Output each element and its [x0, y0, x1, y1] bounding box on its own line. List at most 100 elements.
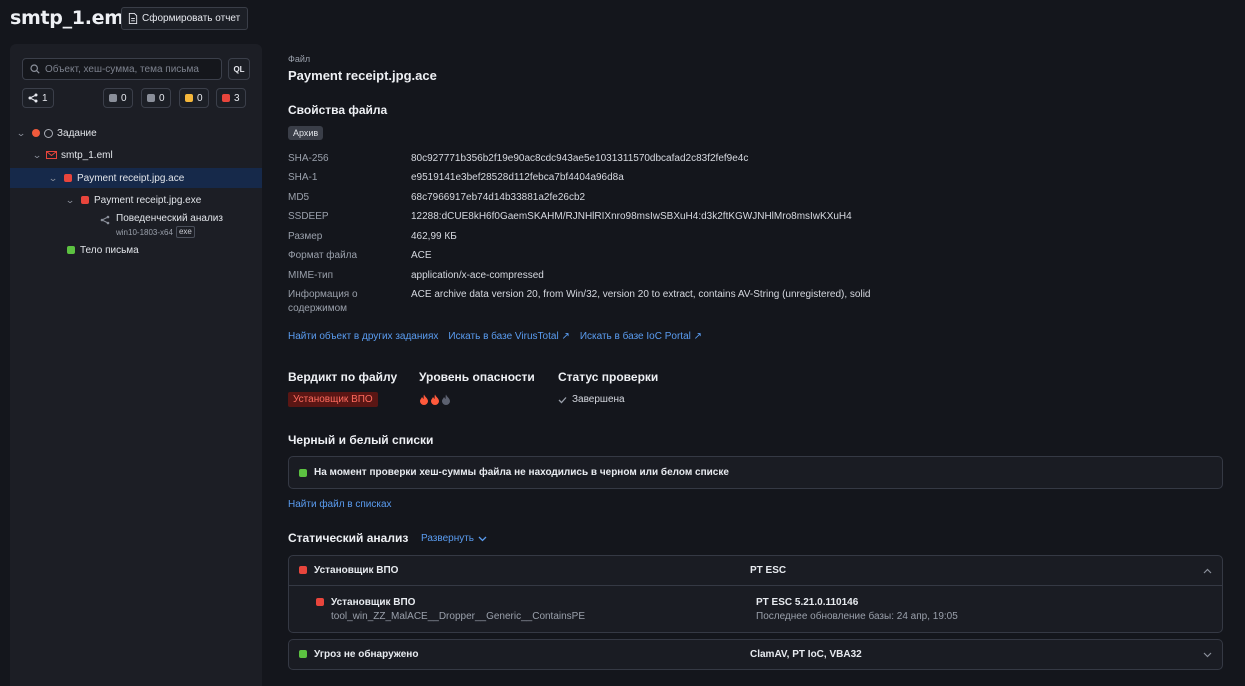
page-title: smtp_1.eml: [10, 7, 130, 29]
checkmark-icon: [558, 396, 567, 403]
detection-verdict: Установщик ВПО: [331, 597, 416, 608]
tool-filter-chip[interactable]: 0: [141, 88, 171, 108]
chip-count: 1: [42, 92, 48, 104]
group-verdict: Угроз не обнаружено: [314, 649, 419, 660]
prop-value: 80c927771b356b2f19e90ac8cdc943ae5e103131…: [411, 153, 749, 164]
chevron-down-icon[interactable]: ⌄: [31, 150, 44, 161]
prop-value: ACE archive data version 20, from Win/32…: [411, 289, 871, 300]
chevron-up-icon[interactable]: [1203, 568, 1212, 574]
ql-query-button[interactable]: QL: [228, 58, 250, 80]
group-engines: ClamAV, PT IoC, VBA32: [750, 649, 862, 660]
red-status-dot-icon: [32, 129, 40, 137]
detection-engine: PT ESC 5.21.0.110146: [756, 597, 859, 608]
prop-value: application/x-ace-compressed: [411, 270, 544, 281]
flame-icon: [420, 394, 428, 405]
group-engine: PT ESC: [750, 565, 787, 576]
red-square-icon: [64, 174, 72, 182]
verdict-badge: Установщик ВПО: [288, 392, 378, 407]
static-group-clean[interactable]: Угроз не обнаружено ClamAV, PT IoC, VBA3…: [288, 639, 1223, 670]
chip-count: 0: [197, 92, 203, 104]
scan-status: Завершена: [558, 394, 625, 405]
chevron-down-icon: [478, 536, 487, 541]
tree-node-behavior[interactable]: Поведенческий анализ win10-1803-x64 exe: [10, 212, 262, 238]
tree-node-label: Поведенческий анализ: [116, 213, 223, 224]
detection-db-update: Последнее обновление базы: 24 апр, 19:05: [756, 611, 958, 622]
danger-level-title: Уровень опасности: [419, 370, 535, 384]
share-nodes-icon: [100, 215, 110, 225]
tree-node-task[interactable]: ⌄ Задание: [10, 123, 262, 143]
scan-status-value: Завершена: [572, 394, 625, 405]
gray-wrench-square-icon: [147, 94, 155, 102]
chip-count: 3: [234, 92, 240, 104]
ioc-portal-link[interactable]: Искать в базе IoC Portal ↗: [580, 331, 702, 342]
red-square-icon: [81, 196, 89, 204]
chevron-down-icon[interactable]: ⌄: [47, 173, 60, 184]
malicious-filter-chip[interactable]: 3: [216, 88, 246, 108]
lists-result-box: На момент проверки хеш-суммы файла не на…: [288, 456, 1223, 489]
share-filter-chip[interactable]: 1: [22, 88, 54, 108]
external-arrow-icon: ↗: [561, 331, 570, 342]
chip-count: 0: [159, 92, 165, 104]
red-square-icon: [222, 94, 230, 102]
file-type-tag: Архив: [288, 126, 324, 140]
prop-key: SHA-1: [288, 172, 318, 183]
behavior-env-label: win10-1803-x64: [116, 227, 173, 237]
pending-circle-icon: [44, 128, 53, 138]
share-nodes-icon: [28, 93, 38, 103]
file-details-panel: Файл Payment receipt.jpg.ace Свойства фа…: [288, 0, 1223, 686]
prop-value: e9519141e3bef28528d112febca7bf4404a96d8a: [411, 172, 624, 183]
flame-inactive-icon: [442, 394, 450, 405]
expand-label: Развернуть: [421, 533, 475, 544]
chevron-down-icon[interactable]: ⌄: [15, 128, 28, 139]
prop-key: MD5: [288, 192, 310, 203]
envelope-icon: [46, 151, 57, 159]
green-square-icon: [299, 468, 307, 477]
static-detection-row: Установщик ВПО tool_win_ZZ_MalACE__Dropp…: [289, 587, 1222, 632]
prop-key: Формат файла: [288, 250, 358, 261]
virustotal-link-label: Искать в базе VirusTotal: [448, 331, 559, 342]
lists-result-message: На момент проверки хеш-суммы файла не на…: [314, 467, 729, 478]
verdict-title: Вердикт по файлу: [288, 370, 398, 384]
green-square-icon: [299, 650, 307, 658]
file-properties-title: Свойства файла: [288, 103, 388, 117]
sidebar: QL 1 0 0 0 3 ⌄ Задание ⌄: [10, 44, 262, 686]
find-in-lists-link[interactable]: Найти файл в списках: [288, 499, 392, 510]
tree-node-label: Payment receipt.jpg.exe: [94, 194, 202, 206]
unknown-filter-chip[interactable]: 0: [103, 88, 133, 108]
search-input[interactable]: [45, 63, 215, 75]
search-icon: [30, 64, 40, 74]
tree-node-label: Тело письма: [80, 244, 139, 256]
prop-value: 462,99 КБ: [411, 231, 457, 242]
behavior-file-type-tag: exe: [175, 226, 195, 238]
virustotal-link[interactable]: Искать в базе VirusTotal ↗: [448, 331, 569, 342]
static-group-header[interactable]: Установщик ВПО PT ESC: [289, 556, 1222, 586]
red-square-icon: [299, 566, 307, 574]
tree-node-label: smtp_1.eml: [61, 149, 113, 161]
file-caption: Файл: [288, 54, 311, 64]
expand-static-analysis-button[interactable]: Развернуть: [421, 533, 487, 544]
tree-node-exe[interactable]: ⌄ Payment receipt.jpg.exe: [10, 190, 262, 210]
chevron-down-icon[interactable]: ⌄: [64, 195, 77, 206]
ioc-portal-link-label: Искать в базе IoC Portal: [579, 331, 691, 342]
document-icon: [128, 13, 138, 24]
find-in-other-tasks-link[interactable]: Найти объект в других заданиях: [288, 331, 438, 342]
yellow-square-icon: [185, 94, 193, 102]
chevron-down-icon[interactable]: [1203, 652, 1212, 658]
scan-status-title: Статус проверки: [558, 370, 659, 384]
search-box[interactable]: [22, 58, 222, 80]
prop-value: ACE: [411, 250, 432, 261]
prop-key: Информация о содержимом: [288, 289, 358, 314]
static-group-malware: Установщик ВПО PT ESC Установщик ВПО too…: [288, 555, 1223, 633]
tree-node-body[interactable]: Тело письма: [10, 240, 262, 260]
gray-square-icon: [109, 94, 117, 102]
tree-node-archive[interactable]: ⌄ Payment receipt.jpg.ace: [10, 168, 262, 188]
generate-report-button[interactable]: Сформировать отчет: [121, 7, 249, 30]
lists-title: Черный и белый списки: [288, 433, 434, 447]
external-arrow-icon: ↗: [693, 331, 703, 342]
suspicious-filter-chip[interactable]: 0: [179, 88, 209, 108]
green-square-icon: [67, 246, 75, 254]
prop-key: Размер: [288, 231, 323, 242]
tree-node-email[interactable]: ⌄ smtp_1.eml: [10, 145, 262, 165]
prop-key: SHA-256: [288, 153, 329, 164]
red-square-icon: [316, 598, 324, 606]
